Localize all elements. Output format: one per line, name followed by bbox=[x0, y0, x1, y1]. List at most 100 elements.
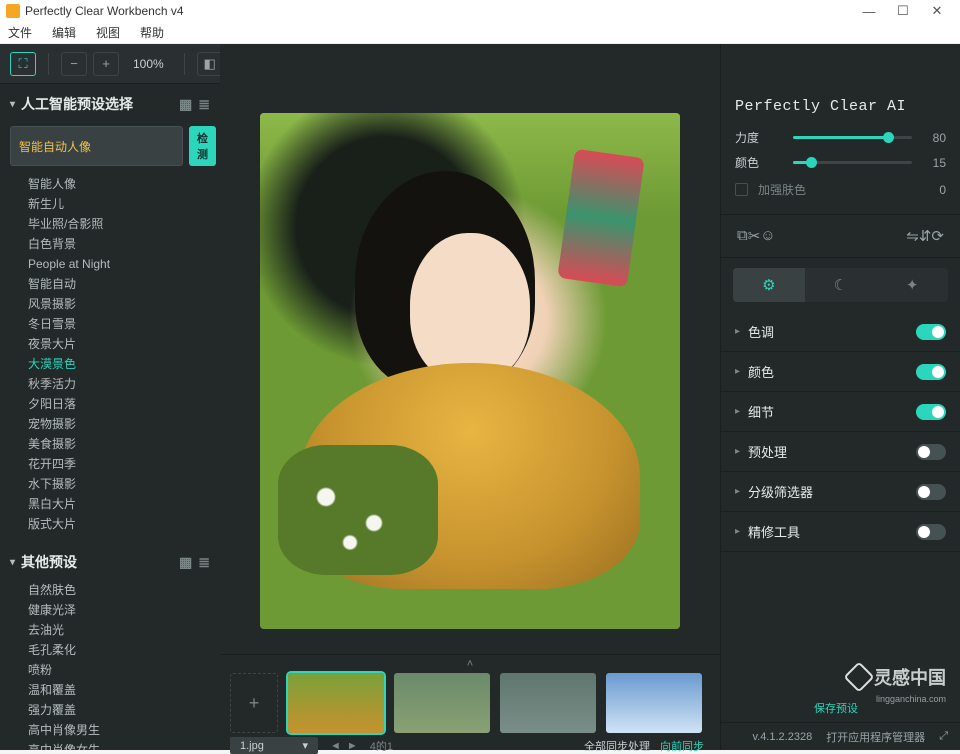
preset-item[interactable]: 风景摄影 bbox=[20, 294, 220, 314]
other-preset-list: 自然肤色健康光泽去油光毛孔柔化喷粉温和覆盖强力覆盖高中肖像男生高中肖像女生青少年… bbox=[0, 578, 220, 750]
preset-item[interactable]: 喷粉 bbox=[20, 660, 220, 680]
preset-item[interactable]: 自然肤色 bbox=[20, 580, 220, 600]
crop-tool-icon[interactable]: ✂ bbox=[748, 227, 761, 245]
save-preset-link[interactable]: 保存预设 bbox=[814, 700, 858, 716]
preset-item[interactable]: 冬日雪景 bbox=[20, 314, 220, 334]
sync-forward-button[interactable]: 向前同步 bbox=[660, 738, 704, 754]
adjustments-panel: Perfectly Clear AI 力度80颜色15 加强肤色 0 ⧉ ✂ ☺… bbox=[720, 44, 960, 750]
list-view-icon[interactable]: ≣ bbox=[198, 554, 210, 571]
menu-file[interactable]: 文件 bbox=[4, 24, 36, 41]
chevron-down-icon: ▾ bbox=[10, 557, 15, 568]
split-view-icon[interactable]: ◧ bbox=[197, 52, 223, 76]
filmstrip-collapse-icon[interactable]: ˄ bbox=[230, 659, 710, 673]
thumbnail[interactable] bbox=[394, 673, 490, 733]
accordion-item[interactable]: ▸精修工具 bbox=[721, 512, 960, 552]
preset-item[interactable]: 夕阳日落 bbox=[20, 394, 220, 414]
checkbox-icon[interactable] bbox=[735, 183, 748, 196]
preset-item[interactable]: 毕业照/合影照 bbox=[20, 214, 220, 234]
detect-button[interactable]: 检测 bbox=[189, 126, 216, 166]
preset-item[interactable]: 花开四季 bbox=[20, 454, 220, 474]
grid-view-icon[interactable]: ▦ bbox=[179, 96, 192, 113]
preset-item[interactable]: 去油光 bbox=[20, 620, 220, 640]
preset-item[interactable]: 大漠景色 bbox=[20, 354, 220, 374]
preset-item[interactable]: 健康光泽 bbox=[20, 600, 220, 620]
ai-preset-list: 智能人像新生儿毕业照/合影照白色背景People at Night智能自动风景摄… bbox=[0, 172, 220, 538]
slider-track[interactable] bbox=[793, 136, 912, 139]
watermark-url: lingganchina.com bbox=[876, 694, 946, 704]
zoom-level[interactable]: 100% bbox=[133, 57, 164, 71]
add-image-button[interactable]: + bbox=[230, 673, 278, 733]
separator bbox=[184, 53, 185, 75]
tab-effects-icon[interactable]: ✦ bbox=[876, 268, 948, 302]
preset-item[interactable]: 美食摄影 bbox=[20, 434, 220, 454]
list-view-icon[interactable]: ≣ bbox=[198, 96, 210, 113]
preset-item[interactable]: 黑白大片 bbox=[20, 494, 220, 514]
other-presets-header[interactable]: ▾ 其他预设 ▦ ≣ bbox=[0, 546, 220, 578]
menu-edit[interactable]: 编辑 bbox=[48, 24, 80, 41]
grid-view-icon[interactable]: ▦ bbox=[179, 554, 192, 571]
slider-label: 力度 bbox=[735, 129, 783, 146]
toggle-switch[interactable] bbox=[916, 324, 946, 340]
preset-item[interactable]: 智能人像 bbox=[20, 174, 220, 194]
minimize-button[interactable]: — bbox=[852, 4, 886, 19]
thumbnail[interactable] bbox=[606, 673, 702, 733]
toggle-switch[interactable] bbox=[916, 444, 946, 460]
accordion-item[interactable]: ▸预处理 bbox=[721, 432, 960, 472]
zoom-out-button[interactable]: − bbox=[61, 52, 87, 76]
expand-icon[interactable]: ⤢ bbox=[939, 730, 948, 743]
toggle-switch[interactable] bbox=[916, 524, 946, 540]
preset-item[interactable]: 温和覆盖 bbox=[20, 680, 220, 700]
sync-all-button[interactable]: 全部同步处理 bbox=[584, 738, 650, 754]
enhance-skin-check[interactable]: 加强肤色 0 bbox=[721, 175, 960, 204]
preset-item[interactable]: 强力覆盖 bbox=[20, 700, 220, 720]
thumbnail[interactable] bbox=[500, 673, 596, 733]
maximize-button[interactable]: ☐ bbox=[886, 3, 920, 19]
image-preview[interactable] bbox=[260, 113, 680, 629]
tab-sliders-icon[interactable]: ⚙ bbox=[733, 268, 805, 302]
preset-item[interactable]: 版式大片 bbox=[20, 514, 220, 534]
preset-item[interactable]: 高中肖像女生 bbox=[20, 740, 220, 750]
task-manager-link[interactable]: 打开应用程序管理器 bbox=[826, 729, 925, 745]
accordion-item[interactable]: ▸细节 bbox=[721, 392, 960, 432]
file-selector[interactable]: 1.jpg▾ bbox=[230, 737, 318, 754]
preset-item[interactable]: 智能自动 bbox=[20, 274, 220, 294]
chevron-down-icon: ▾ bbox=[10, 99, 15, 110]
zoom-in-button[interactable]: + bbox=[93, 52, 119, 76]
preset-item[interactable]: 秋季活力 bbox=[20, 374, 220, 394]
ai-presets-header[interactable]: ▾ 人工智能预设选择 ▦ ≣ bbox=[0, 88, 220, 120]
thumbnail[interactable] bbox=[288, 673, 384, 733]
toggle-switch[interactable] bbox=[916, 364, 946, 380]
accordion-item[interactable]: ▸颜色 bbox=[721, 352, 960, 392]
flip-h-icon[interactable]: ⇋ bbox=[906, 227, 919, 245]
separator bbox=[48, 53, 49, 75]
menu-view[interactable]: 视图 bbox=[92, 24, 124, 41]
toggle-switch[interactable] bbox=[916, 484, 946, 500]
histogram-icon[interactable]: ⧉ bbox=[737, 227, 748, 245]
flip-v-icon[interactable]: ⇵ bbox=[919, 227, 932, 245]
preset-item[interactable]: 夜景大片 bbox=[20, 334, 220, 354]
accordion-item[interactable]: ▸分级筛选器 bbox=[721, 472, 960, 512]
close-button[interactable]: ✕ bbox=[920, 3, 954, 19]
face-icon[interactable]: ☺ bbox=[760, 227, 775, 245]
accordion-item[interactable]: ▸色调 bbox=[721, 312, 960, 352]
preset-search-input[interactable] bbox=[10, 126, 183, 166]
watermark-logo-icon bbox=[843, 661, 874, 692]
chevron-right-icon: ▸ bbox=[735, 406, 740, 417]
rotate-icon[interactable]: ⟳ bbox=[931, 227, 944, 245]
presets-sidebar: ▾ 人工智能预设选择 ▦ ≣ 检测 智能人像新生儿毕业照/合影照白色背景Peop… bbox=[0, 44, 220, 750]
slider-track[interactable] bbox=[793, 161, 912, 164]
canvas-area[interactable] bbox=[220, 88, 720, 654]
preset-item[interactable]: People at Night bbox=[20, 254, 220, 274]
filmstrip: ˄ + 1.jpg▾ ◄ ► 4的1 全部同步处理 向前同步 bbox=[220, 654, 720, 750]
preset-item[interactable]: 毛孔柔化 bbox=[20, 640, 220, 660]
watermark: 灵感中国 bbox=[848, 664, 946, 690]
preset-item[interactable]: 宠物摄影 bbox=[20, 414, 220, 434]
preset-item[interactable]: 高中肖像男生 bbox=[20, 720, 220, 740]
preset-item[interactable]: 新生儿 bbox=[20, 194, 220, 214]
preset-item[interactable]: 白色背景 bbox=[20, 234, 220, 254]
toggle-switch[interactable] bbox=[916, 404, 946, 420]
fit-screen-icon[interactable]: ⛶ bbox=[10, 52, 36, 76]
tab-portrait-icon[interactable]: ☾ bbox=[805, 268, 877, 302]
preset-item[interactable]: 水下摄影 bbox=[20, 474, 220, 494]
menu-help[interactable]: 帮助 bbox=[136, 24, 168, 41]
